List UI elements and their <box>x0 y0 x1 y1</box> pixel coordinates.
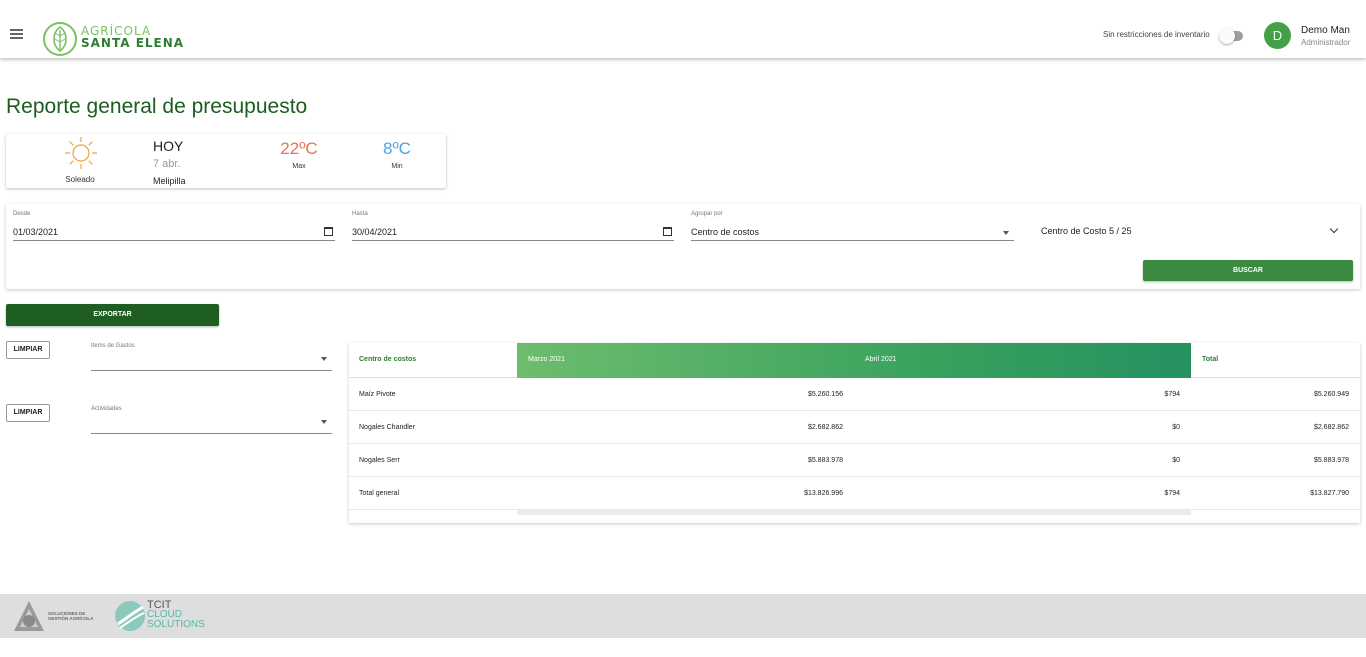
avatar[interactable]: D <box>1264 22 1291 49</box>
table-row: Nogales Chandler $2.682.862 $0 $2.682.86… <box>349 411 1360 444</box>
cell-abril: $794 <box>1164 490 1180 497</box>
cell-abril: $0 <box>1172 457 1180 464</box>
table-row: Nogales Serr $5.883.978 $0 $5.883.978 <box>349 444 1360 477</box>
col-abril[interactable]: Abril 2021 <box>865 356 897 363</box>
weather-card: Soleado HOY 7 abr. Melipilla 22ºC Max 8º… <box>6 134 446 188</box>
page-title: Reporte general de presupuesto <box>6 95 308 118</box>
limpiar-items-button[interactable]: LIMPIAR <box>6 341 50 359</box>
agrupar-value[interactable]: Centro de costos <box>691 227 759 237</box>
col-centro-costos[interactable]: Centro de costos <box>359 356 416 363</box>
inventory-toggle-label: Sin restricciones de inventario <box>1103 30 1210 39</box>
caret-down-icon[interactable] <box>1003 231 1009 235</box>
hasta-value[interactable]: 30/04/2021 <box>352 227 397 237</box>
cell-total: $5.883.978 <box>1313 457 1349 464</box>
calendar-icon[interactable] <box>324 227 333 236</box>
exportar-button[interactable]: EXPORTAR <box>6 304 219 326</box>
agrupar-select[interactable]: Agrupar por Centro de costos <box>691 211 1014 241</box>
agrupar-label: Agrupar por <box>691 211 723 217</box>
caret-down-icon[interactable] <box>321 357 327 361</box>
desde-date-field[interactable]: Desde 01/03/2021 <box>13 211 335 241</box>
user-name[interactable]: Demo Man <box>1301 25 1350 36</box>
items-gastos-label: Items de Gastos <box>91 343 135 349</box>
actividades-select[interactable]: Actividades <box>91 406 332 434</box>
inventory-toggle[interactable] <box>1219 28 1243 44</box>
cell-centro: Nogales Chandler <box>359 424 416 431</box>
cell-centro: Nogales Serr <box>359 457 400 464</box>
calendar-icon[interactable] <box>663 227 672 236</box>
table-scrollbar[interactable] <box>517 510 1191 515</box>
agr-logo-icon <box>14 601 44 631</box>
tcit-text: TCIT CLOUD SOLUTIONS <box>147 600 205 630</box>
table-row: Maíz Pivote $5.260.156 $794 $5.260.949 <box>349 378 1360 411</box>
max-temperature-label: Max <box>292 163 306 170</box>
desde-value[interactable]: 01/03/2021 <box>13 227 58 237</box>
col-marzo[interactable]: Marzo 2021 <box>528 356 565 363</box>
tcit-line-3: SOLUTIONS <box>147 619 205 630</box>
cell-centro: Maíz Pivote <box>359 391 396 398</box>
max-temperature: 22ºC <box>280 139 318 158</box>
month-header-band <box>517 343 1191 378</box>
table-header: Centro de costos Marzo 2021 Abril 2021 T… <box>349 343 1360 378</box>
app-header: AGRÍCOLA SANTA ELENA Sin restricciones d… <box>0 0 1366 58</box>
weather-date: 7 abr. <box>153 158 181 170</box>
brand-name: AGRÍCOLA SANTA ELENA <box>81 25 184 49</box>
agr-text: SOLUCIONES DE GESTIÓN AGRÍCOLA <box>48 611 93 621</box>
cell-total: $13.827.790 <box>1310 490 1349 497</box>
hasta-date-field[interactable]: Hasta 30/04/2021 <box>352 211 674 241</box>
agr-line-2: GESTIÓN AGRÍCOLA <box>48 616 94 621</box>
centro-costo-select[interactable]: Centro de Costo 5 / 25 <box>1041 226 1132 236</box>
cell-marzo: $13.826.996 <box>804 490 843 497</box>
leaf-logo-icon[interactable] <box>42 21 78 57</box>
budget-table: Centro de costos Marzo 2021 Abril 2021 T… <box>349 343 1360 523</box>
chevron-down-icon[interactable] <box>1329 224 1339 234</box>
sun-icon <box>65 137 97 169</box>
cell-marzo: $2.682.862 <box>807 424 843 431</box>
items-gastos-select[interactable]: Items de Gastos <box>91 343 332 371</box>
weather-today: HOY <box>153 138 184 154</box>
page-footer: SOLUCIONES DE GESTIÓN AGRÍCOLA TCIT CLOU… <box>0 594 1366 638</box>
desde-label: Desde <box>13 211 31 217</box>
min-temperature: 8ºC <box>383 139 411 158</box>
filters-card: Desde 01/03/2021 Hasta 30/04/2021 Agrupa… <box>6 204 1360 289</box>
toggle-knob[interactable] <box>1219 28 1235 44</box>
menu-icon[interactable] <box>10 29 23 39</box>
col-total[interactable]: Total <box>1202 356 1218 363</box>
tcit-logo-icon <box>115 601 145 631</box>
cell-abril: $0 <box>1172 424 1180 431</box>
cell-marzo: $5.260.156 <box>807 391 843 398</box>
weather-condition: Soleado <box>65 175 95 184</box>
cell-total: $5.260.949 <box>1313 391 1349 398</box>
cell-abril: $794 <box>1164 391 1180 398</box>
user-role: Administrador <box>1301 38 1351 47</box>
weather-city: Melipilla <box>153 176 186 186</box>
buscar-button[interactable]: BUSCAR <box>1143 260 1353 281</box>
cell-centro: Total general <box>359 490 400 497</box>
actividades-label: Actividades <box>91 406 122 412</box>
cell-total: $2.682.862 <box>1313 424 1349 431</box>
cell-marzo: $5.883.978 <box>807 457 843 464</box>
limpiar-actividades-button[interactable]: LIMPIAR <box>6 404 50 422</box>
table-row-total: Total general $13.826.996 $794 $13.827.7… <box>349 477 1360 510</box>
brand-line-2: SANTA ELENA <box>81 36 185 50</box>
hasta-label: Hasta <box>352 211 368 217</box>
caret-down-icon[interactable] <box>321 420 327 424</box>
min-temperature-label: Min <box>391 163 403 170</box>
